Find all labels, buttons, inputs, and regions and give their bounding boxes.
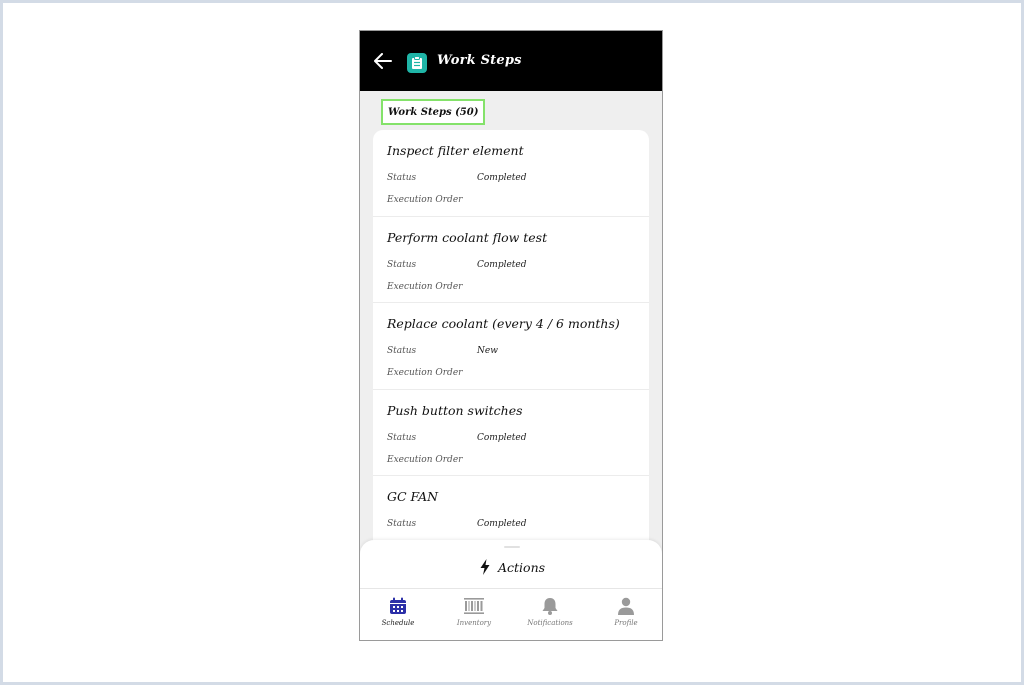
work-step-title: GC FAN: [387, 489, 439, 504]
tab-label: Profile: [614, 619, 638, 627]
work-step-title: Perform coolant flow test: [387, 229, 548, 245]
status-label: Status: [387, 259, 417, 270]
status-value: Completed: [477, 173, 527, 183]
drag-handle[interactable]: [504, 546, 520, 548]
arrow-left-icon[interactable]: [374, 53, 392, 69]
bottom-tab-bar: Schedule Inventory Notifications Profile: [360, 588, 662, 640]
work-step-title: Replace coolant (every 4 / 6 months): [387, 316, 620, 331]
status-label: Status: [387, 173, 417, 183]
work-steps-list: Inspect filter element Status Completed …: [373, 130, 649, 550]
phone-screen: Work Steps Work Steps (50) Inspect filte…: [359, 30, 663, 641]
status-label: Status: [387, 346, 417, 356]
barcode-icon: [464, 598, 484, 614]
list-item[interactable]: GC FAN Status Completed: [373, 476, 649, 550]
list-item[interactable]: Inspect filter element Status Completed …: [373, 130, 649, 217]
tab-label: Notifications: [527, 619, 573, 627]
execution-order-label: Execution Order: [387, 195, 463, 205]
actions-sheet: Actions: [360, 540, 662, 588]
status-value: Completed: [477, 519, 527, 529]
tab-label: Schedule: [381, 619, 415, 627]
execution-order-label: Execution Order: [387, 281, 463, 292]
actions-button[interactable]: Actions: [480, 559, 545, 575]
user-icon: [618, 597, 634, 615]
tab-profile[interactable]: Profile: [588, 589, 662, 640]
app-header: Work Steps: [360, 31, 662, 91]
page-title: Work Steps: [437, 53, 522, 68]
bell-icon: [542, 598, 558, 615]
status-value: Completed: [477, 432, 527, 443]
calendar-icon: [390, 597, 406, 614]
work-step-title: Push button switches: [387, 402, 523, 418]
list-item[interactable]: Replace coolant (every 4 / 6 months) Sta…: [373, 303, 649, 390]
list-item[interactable]: Perform coolant flow test Status Complet…: [373, 217, 649, 303]
work-step-title: Inspect filter element: [387, 143, 524, 158]
tab-inventory[interactable]: Inventory: [436, 589, 512, 640]
execution-order-label: Execution Order: [387, 454, 463, 465]
status-label: Status: [387, 432, 417, 443]
tab-schedule[interactable]: Schedule: [360, 589, 436, 640]
actions-label: Actions: [498, 559, 546, 575]
status-label: Status: [387, 519, 417, 529]
tab-notifications[interactable]: Notifications: [512, 589, 588, 640]
work-steps-count-label: Work Steps (50): [381, 99, 486, 125]
tab-label: Inventory: [456, 619, 492, 627]
lightning-bolt-icon: [480, 559, 490, 575]
list-item[interactable]: Push button switches Status Completed Ex…: [373, 390, 649, 476]
status-value: New: [477, 346, 498, 356]
status-value: Completed: [477, 259, 527, 270]
execution-order-label: Execution Order: [387, 368, 463, 378]
clipboard-icon: [407, 53, 427, 73]
